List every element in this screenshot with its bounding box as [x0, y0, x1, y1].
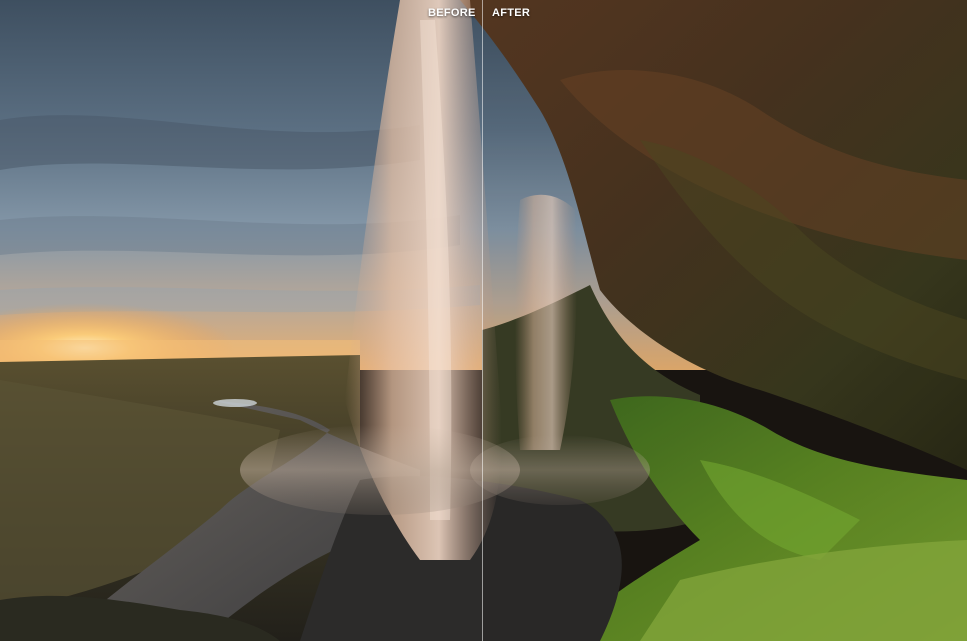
before-label: BEFORE	[428, 7, 476, 19]
comparison-divider-handle[interactable]	[482, 0, 483, 641]
waterfall-photo	[0, 0, 967, 641]
after-label: AFTER	[492, 7, 531, 19]
before-after-comparison[interactable]: BEFORE AFTER	[0, 0, 967, 641]
